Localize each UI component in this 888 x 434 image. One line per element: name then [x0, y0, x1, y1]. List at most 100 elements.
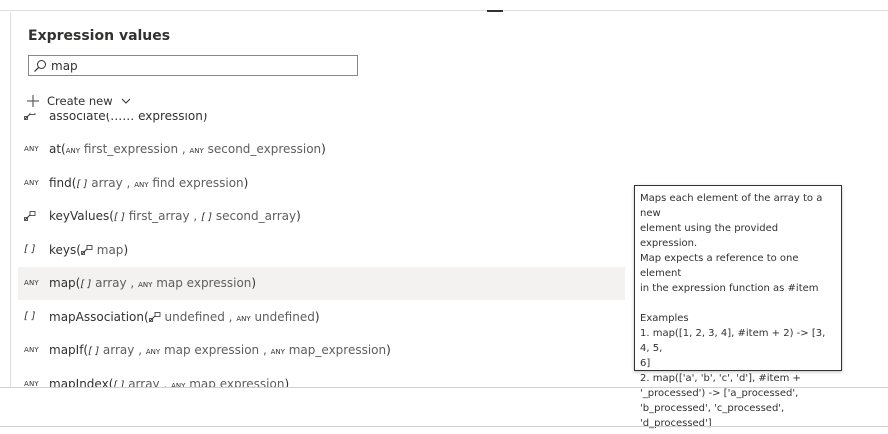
list-item-keys[interactable]: [ ] keys( map) — [18, 233, 625, 267]
tooltip-line: element using the provided expression. — [640, 223, 779, 249]
function-tooltip: Maps each element of the array to a new … — [634, 185, 842, 429]
function-close-paren: ) — [123, 242, 129, 257]
list-item-signature: at(ANY first_expression , ANY second_exp… — [49, 142, 326, 156]
any-type-icon: ANY — [270, 348, 285, 357]
tooltip-example: 'd_processed'] — [640, 418, 712, 429]
map-type-icon — [24, 113, 36, 121]
function-name: keyValues( — [49, 209, 114, 224]
any-type-icon: ANY — [65, 147, 81, 156]
any-type-icon: ANY — [134, 180, 149, 189]
list-item-signature: map([ ] array , ANY map expression) — [49, 276, 256, 290]
map-type-icon — [24, 113, 42, 121]
tooltip-example: 'b_processed', 'c_processed', — [640, 403, 785, 414]
array-type-icon: [ ] — [88, 346, 100, 358]
tooltip-line: in the expression function as #item — [640, 283, 819, 294]
argument-name: map — [92, 242, 124, 257]
argument-name: second_expression — [203, 142, 322, 157]
array-type-icon: [ ] — [76, 178, 88, 190]
list-item-keyvalues[interactable]: keyValues([ ] first_array , [ ] second_a… — [18, 200, 625, 234]
array-type-icon: [ ] — [201, 212, 213, 224]
list-item-signature: mapAssociation( undefined , ANY undefine… — [49, 310, 320, 324]
expression-list[interactable]: associate(…… expression) ANY at(ANY first_… — [18, 113, 628, 387]
left-divider — [10, 12, 11, 388]
function-name: map( — [49, 276, 81, 291]
argument-name: map expression — [185, 376, 285, 387]
function-close-paren: ) — [296, 209, 301, 224]
list-item-signature: keys( map) — [49, 243, 128, 257]
tooltip-examples-label: Examples — [640, 313, 689, 324]
list-item-mapassociation[interactable]: [ ] mapAssociation( undefined , ANY undef… — [18, 300, 625, 334]
argument-name: find expression — [148, 175, 244, 190]
argument-name: map expression , — [160, 343, 271, 358]
footer-bottom-divider — [0, 426, 888, 427]
any-type-icon: ANY — [145, 348, 161, 357]
tooltip-example: '_processed') -> ['a_processed', — [640, 388, 799, 399]
any-type-icon: ANY — [24, 346, 39, 355]
any-type-icon: ANY — [24, 279, 39, 288]
tooltip-example: 6] — [640, 358, 651, 369]
list-item-find[interactable]: ANY find([ ] array , ANY find expression) — [18, 166, 625, 200]
array-type-icon: [ ] — [80, 279, 92, 291]
argument-name: array , — [91, 276, 139, 291]
list-item-at[interactable]: ANY at(ANY first_expression , ANY second_… — [18, 133, 625, 167]
function-name: mapAssociation( — [49, 309, 149, 324]
function-close-paren: ) — [284, 376, 290, 387]
argument-name: map_expression — [284, 343, 387, 358]
search-box[interactable] — [28, 55, 358, 76]
list-item-signature: keyValues([ ] first_array , [ ] second_a… — [49, 209, 301, 223]
tooltip-example: 2. map(['a', 'b', 'c', 'd'], #item + — [640, 373, 801, 384]
list-item-signature: mapIndex([ ] array , ANY map expression) — [49, 377, 289, 387]
create-new-label: Create new — [47, 94, 113, 108]
argument-name: first_expression , — [80, 142, 190, 157]
resize-handle[interactable] — [487, 10, 503, 12]
function-close-paren: ) — [386, 343, 391, 358]
argument-name: array , — [99, 343, 146, 358]
any-type-icon: ANY — [24, 178, 39, 187]
search-icon — [34, 60, 46, 72]
tooltip-line: Map expects a reference to one element — [640, 253, 799, 279]
list-item-signature: find([ ] array , ANY find expression) — [49, 176, 248, 190]
argument-name: second_array — [212, 209, 297, 224]
function-close-paren: ) — [243, 175, 249, 190]
argument-name: first_array , — [124, 209, 202, 224]
create-new-button[interactable]: Create new — [26, 92, 131, 110]
list-item-mapindex[interactable]: ANY mapIndex([ ] array , ANY map expressi… — [18, 367, 625, 387]
chevron-down-icon — [121, 98, 130, 104]
search-input[interactable] — [51, 57, 351, 74]
list-item-signature: associate(…… expression) — [49, 113, 208, 123]
any-type-icon: ANY — [24, 379, 39, 387]
list-item[interactable]: associate(…… expression) — [18, 113, 625, 133]
any-type-icon: ANY — [138, 281, 153, 290]
tooltip-line: Maps each element of the array to a new — [640, 193, 823, 219]
map-type-icon — [24, 210, 42, 222]
argument-name: undefined — [250, 309, 315, 324]
function-name: at( — [49, 142, 66, 157]
any-type-icon: ANY — [189, 147, 204, 156]
array-type-icon: [ ] — [113, 212, 125, 224]
function-name: find( — [49, 175, 77, 190]
function-name: keys( — [49, 242, 81, 257]
list-item-mapif[interactable]: ANY mapIf([ ] array , ANY map expression … — [18, 334, 625, 368]
plus-icon — [27, 95, 39, 107]
top-divider — [0, 10, 888, 11]
map-type-icon — [81, 243, 93, 257]
array-type-icon: [ ] — [113, 379, 125, 387]
panel-title: Expression values — [28, 28, 171, 44]
list-item-map[interactable]: ANY map([ ] array , ANY map expression) — [18, 266, 625, 300]
function-name: mapIf( — [49, 343, 89, 358]
array-type-icon: [ ] — [24, 311, 36, 323]
any-type-icon: ANY — [236, 314, 251, 323]
function-close-paren: ) — [321, 142, 326, 157]
argument-name: array , — [124, 376, 172, 387]
tooltip-example: 1. map([1, 2, 3, 4], #item + 2) -> [3, 4… — [640, 328, 826, 354]
array-type-icon: [ ] — [24, 244, 36, 256]
argument-name: map expression — [152, 276, 252, 291]
footer-divider — [0, 387, 888, 388]
function-close-paren: ) — [314, 309, 320, 324]
any-type-icon: ANY — [24, 145, 39, 154]
argument-name: array , — [87, 175, 135, 190]
argument-name: undefined , — [160, 309, 237, 324]
map-type-icon — [148, 310, 161, 324]
function-name: mapIndex( — [49, 376, 114, 387]
function-close-paren: ) — [251, 276, 257, 291]
